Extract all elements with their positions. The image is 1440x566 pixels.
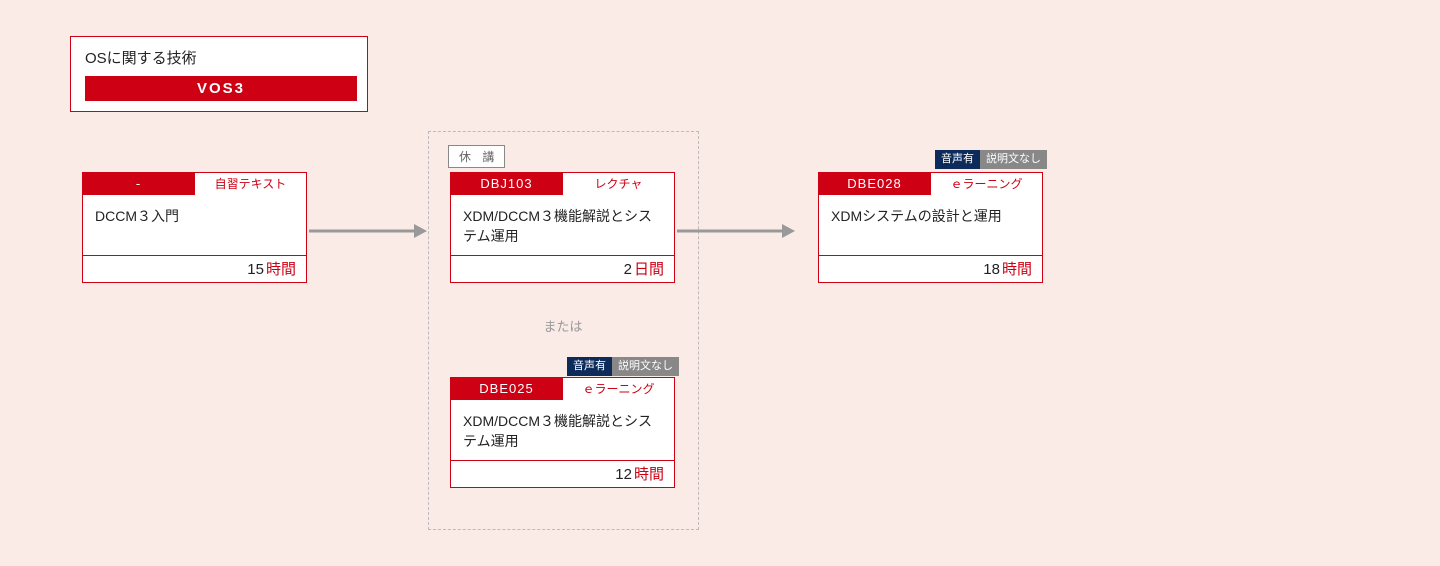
card-head: DBE025 ｅラーニング [451, 378, 674, 400]
course-title: XDM/DCCM３機能解説とシステム運用 [451, 400, 674, 460]
course-code: DBE025 [451, 378, 562, 400]
duration-value: 12 [615, 466, 632, 483]
course-card-dbe028[interactable]: DBE028 ｅラーニング XDMシステムの設計と運用 18時間 [818, 172, 1043, 283]
tag-row: 音声有 説明文なし [935, 150, 1047, 169]
tag-audio: 音声有 [935, 150, 980, 169]
course-duration: 15時間 [83, 255, 306, 282]
duration-unit: 時間 [634, 466, 664, 483]
card-head: DBE028 ｅラーニング [819, 173, 1042, 195]
course-title: DCCM３入門 [83, 195, 306, 255]
course-code: DBE028 [819, 173, 930, 195]
course-title: XDMシステムの設計と運用 [819, 195, 1042, 255]
category-banner: VOS3 [85, 76, 357, 101]
course-duration: 18時間 [819, 255, 1042, 282]
course-card-dbe025[interactable]: DBE025 ｅラーニング XDM/DCCM３機能解説とシステム運用 12時間 [450, 377, 675, 488]
tag-audio: 音声有 [567, 357, 612, 376]
duration-value: 15 [247, 261, 264, 278]
card-head: - 自習テキスト [83, 173, 306, 195]
tag-description: 説明文なし [612, 357, 679, 376]
course-code: DBJ103 [451, 173, 562, 195]
category-title: OSに関する技術 [85, 47, 357, 68]
duration-value: 2 [624, 261, 632, 278]
duration-unit: 時間 [1002, 261, 1032, 278]
duration-unit: 日間 [634, 261, 664, 278]
course-duration: 12時間 [451, 460, 674, 487]
course-type: ｅラーニング [562, 378, 674, 400]
course-type: ｅラーニング [930, 173, 1042, 195]
course-title: XDM/DCCM３機能解説とシステム運用 [451, 195, 674, 255]
duration-value: 18 [983, 261, 1000, 278]
status-chip-suspended: 休 講 [448, 145, 505, 168]
course-type: レクチャ [562, 173, 674, 195]
course-card-dbj103[interactable]: DBJ103 レクチャ XDM/DCCM３機能解説とシステム運用 2日間 [450, 172, 675, 283]
category-box: OSに関する技術 VOS3 [70, 36, 368, 112]
card-head: DBJ103 レクチャ [451, 173, 674, 195]
tag-row: 音声有 説明文なし [567, 357, 679, 376]
course-card-dccm3-intro[interactable]: - 自習テキスト DCCM３入門 15時間 [82, 172, 307, 283]
duration-unit: 時間 [266, 261, 296, 278]
tag-description: 説明文なし [980, 150, 1047, 169]
or-label: または [533, 316, 593, 335]
course-type: 自習テキスト [194, 173, 306, 195]
course-code: - [83, 173, 194, 195]
course-duration: 2日間 [451, 255, 674, 282]
